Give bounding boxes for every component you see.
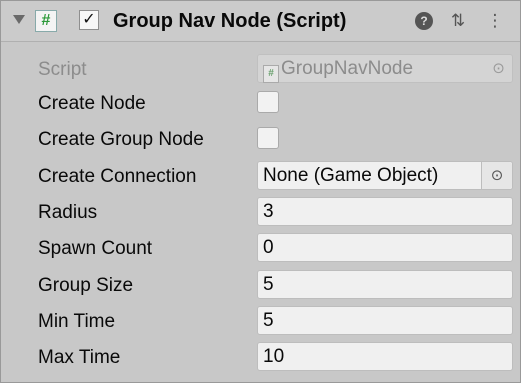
min-time-input[interactable]: 5	[257, 306, 513, 335]
field-row-min-time: Min Time 5	[1, 303, 520, 339]
field-row-create-connection: Create Connection None (Game Object) ⊙	[1, 158, 520, 194]
group-size-label[interactable]: Group Size	[38, 275, 133, 297]
field-row-max-time: Max Time 10	[1, 339, 520, 375]
field-row-create-node: Create Node	[1, 85, 520, 121]
create-node-checkbox[interactable]	[257, 91, 279, 113]
object-picker-icon: ⊙	[492, 60, 505, 77]
field-row-script: Script # GroupNavNode ⊙	[1, 51, 520, 87]
component-enabled-checkbox[interactable]: ✓	[79, 10, 99, 30]
script-value: GroupNavNode	[281, 58, 414, 79]
spawn-count-label[interactable]: Spawn Count	[38, 238, 152, 260]
object-picker-icon[interactable]: ⊙	[481, 162, 512, 189]
preset-settings-icon[interactable]: ⇅	[448, 11, 468, 31]
max-time-input[interactable]: 10	[257, 342, 513, 371]
create-connection-label: Create Connection	[38, 166, 197, 187]
help-icon[interactable]: ?	[415, 12, 433, 30]
create-connection-value: None (Game Object)	[263, 165, 439, 186]
context-menu-icon[interactable]: ⋮	[485, 11, 505, 31]
radius-label[interactable]: Radius	[38, 202, 97, 224]
create-group-node-checkbox[interactable]	[257, 127, 279, 149]
max-time-label[interactable]: Max Time	[38, 347, 120, 369]
script-label: Script	[38, 59, 87, 80]
field-row-spawn-count: Spawn Count 0	[1, 230, 520, 266]
script-field: # GroupNavNode ⊙	[257, 54, 513, 83]
inspector-component-panel: # ✓ Group Nav Node (Script) ? ⇅ ⋮ Script…	[0, 0, 521, 383]
component-title: Group Nav Node (Script)	[113, 10, 347, 32]
field-row-group-size: Group Size 5	[1, 267, 520, 303]
create-connection-object-field[interactable]: None (Game Object) ⊙	[257, 161, 513, 190]
create-node-label: Create Node	[38, 93, 146, 114]
script-icon: #	[35, 10, 57, 32]
spawn-count-input[interactable]: 0	[257, 233, 513, 262]
min-time-label[interactable]: Min Time	[38, 311, 115, 333]
create-group-node-label: Create Group Node	[38, 129, 204, 150]
radius-input[interactable]: 3	[257, 197, 513, 226]
field-row-radius: Radius 3	[1, 194, 520, 230]
field-row-create-group-node: Create Group Node	[1, 121, 520, 157]
foldout-arrow-icon[interactable]	[13, 15, 25, 24]
component-header[interactable]: # ✓ Group Nav Node (Script) ? ⇅ ⋮	[1, 1, 520, 42]
group-size-input[interactable]: 5	[257, 270, 513, 299]
script-file-icon: #	[263, 65, 279, 83]
